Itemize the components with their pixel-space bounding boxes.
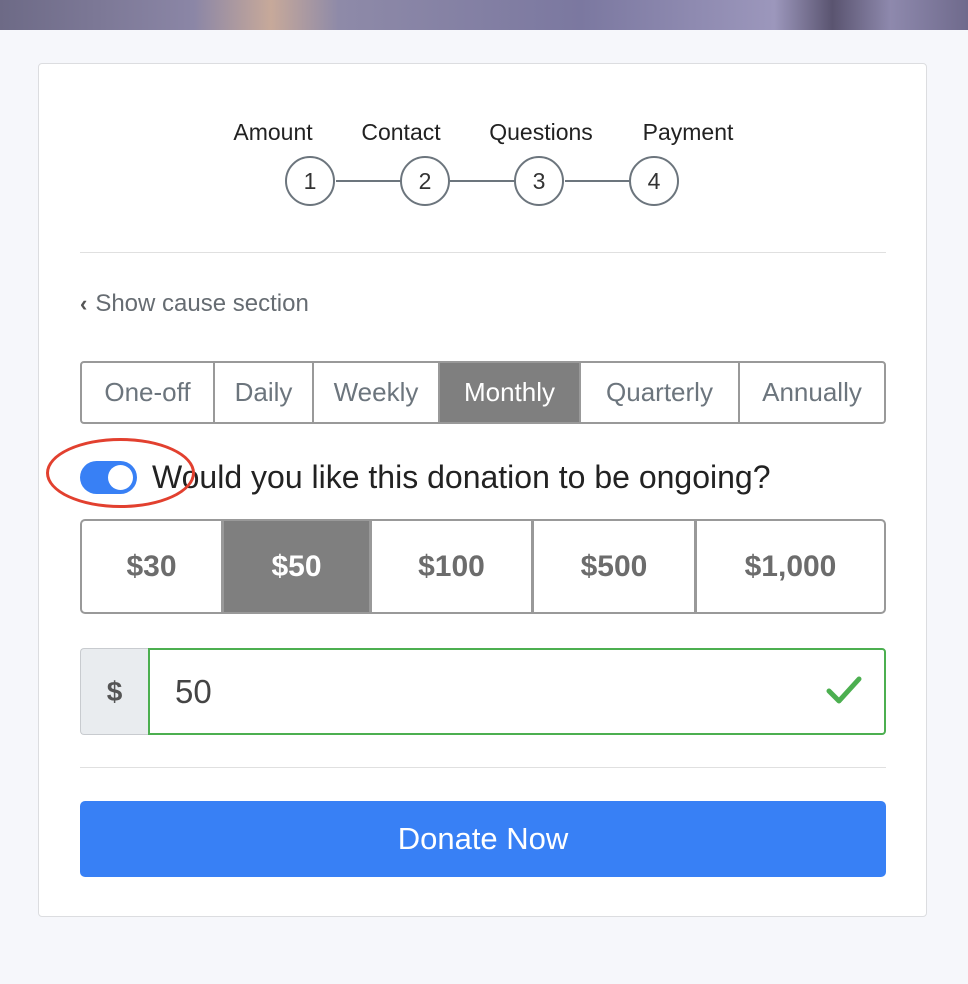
custom-amount-value: 50 bbox=[175, 672, 212, 710]
ongoing-toggle-label: Would you like this donation to be ongoi… bbox=[152, 459, 771, 495]
step-label-contact: Contact bbox=[361, 119, 441, 145]
frequency-one-off[interactable]: One-off bbox=[82, 363, 215, 422]
amount-500-button[interactable]: $500 bbox=[534, 521, 697, 612]
frequency-monthly[interactable]: Monthly bbox=[440, 363, 581, 422]
chevron-left-icon: ‹ bbox=[80, 291, 88, 316]
show-cause-link[interactable]: ‹ Show cause section bbox=[80, 290, 309, 318]
step-label-payment: Payment bbox=[642, 119, 734, 145]
divider bbox=[80, 252, 886, 253]
hero-image bbox=[0, 0, 968, 30]
donate-now-button[interactable]: Donate Now bbox=[80, 801, 886, 877]
frequency-daily[interactable]: Daily bbox=[215, 363, 314, 422]
step-connector bbox=[450, 180, 517, 182]
donation-card: Amount Contact Questions Payment 1 2 3 4… bbox=[38, 63, 927, 917]
custom-amount-input[interactable]: 50 bbox=[148, 648, 886, 735]
step-connector bbox=[565, 180, 632, 182]
step-2[interactable]: 2 bbox=[400, 156, 450, 206]
frequency-weekly[interactable]: Weekly bbox=[314, 363, 440, 422]
show-cause-label: Show cause section bbox=[95, 290, 309, 317]
step-4[interactable]: 4 bbox=[629, 156, 679, 206]
amount-selector: $30 $50 $100 $500 $1,000 bbox=[80, 519, 886, 614]
step-connector bbox=[336, 180, 403, 182]
progress-stepper: Amount Contact Questions Payment 1 2 3 4 bbox=[39, 64, 926, 264]
divider bbox=[80, 767, 886, 768]
frequency-quarterly[interactable]: Quarterly bbox=[581, 363, 740, 422]
amount-50-button[interactable]: $50 bbox=[224, 521, 372, 612]
frequency-selector: One-off Daily Weekly Monthly Quarterly A… bbox=[80, 361, 886, 424]
frequency-annually[interactable]: Annually bbox=[740, 363, 884, 422]
amount-30-button[interactable]: $30 bbox=[82, 521, 224, 612]
checkmark-icon bbox=[826, 674, 862, 711]
step-3[interactable]: 3 bbox=[514, 156, 564, 206]
amount-1000-button[interactable]: $1,000 bbox=[697, 521, 884, 612]
highlight-circle-annotation bbox=[46, 438, 195, 508]
amount-100-button[interactable]: $100 bbox=[372, 521, 534, 612]
step-1[interactable]: 1 bbox=[285, 156, 335, 206]
currency-addon: $ bbox=[80, 648, 148, 735]
step-label-amount: Amount bbox=[233, 119, 313, 145]
step-label-questions: Questions bbox=[489, 119, 593, 145]
custom-amount-group: $ 50 bbox=[80, 648, 886, 735]
